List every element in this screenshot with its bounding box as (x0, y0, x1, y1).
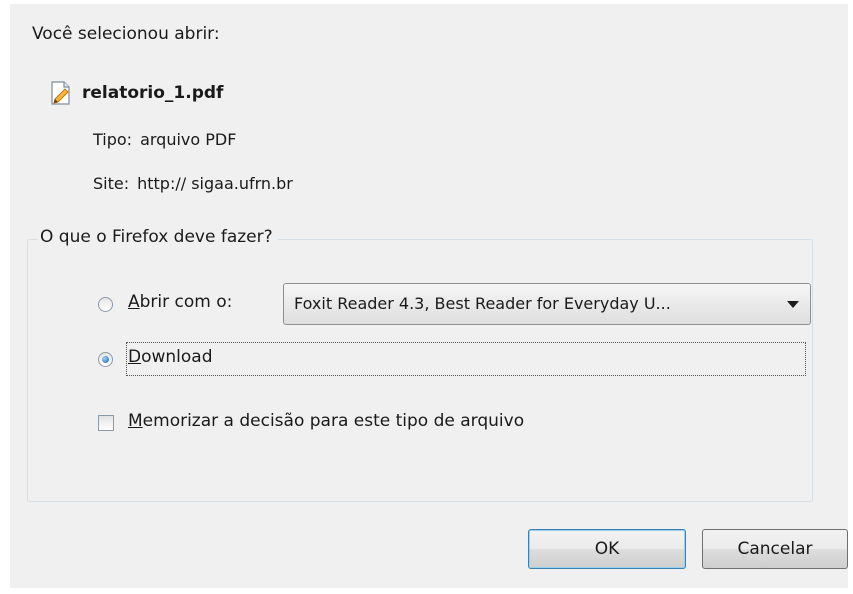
cancel-button[interactable]: Cancelar (702, 529, 848, 569)
intro-text: Você selecionou abrir: (32, 24, 220, 44)
chevron-down-icon (787, 301, 799, 308)
remember-label[interactable]: Memorizar a decisão para este tipo de ar… (128, 411, 524, 431)
download-dialog: Você selecionou abrir: relatorio_1.pdf T… (10, 4, 848, 588)
file-type-row: Tipo: arquivo PDF (93, 130, 236, 149)
file-info: relatorio_1.pdf (50, 81, 223, 105)
action-groupbox: O que o Firefox deve fazer? Abrir com o:… (27, 227, 813, 502)
file-name: relatorio_1.pdf (82, 83, 224, 103)
file-type-label: Tipo: (93, 130, 133, 149)
file-site-value: http:// sigaa.ufrn.br (137, 174, 293, 193)
open-with-radio[interactable] (98, 297, 113, 312)
file-type-value: arquivo PDF (140, 130, 237, 149)
ok-button[interactable]: OK (528, 529, 686, 569)
open-with-label[interactable]: Abrir com o: (128, 292, 232, 312)
application-select-value: Foxit Reader 4.3, Best Reader for Everyd… (294, 294, 671, 313)
action-group-legend: O que o Firefox deve fazer? (37, 227, 278, 247)
application-select[interactable]: Foxit Reader 4.3, Best Reader for Everyd… (283, 283, 811, 325)
download-radio[interactable] (98, 352, 113, 367)
pdf-file-icon (51, 81, 70, 105)
file-site-row: Site: http:// sigaa.ufrn.br (93, 174, 293, 193)
remember-checkbox[interactable] (98, 415, 114, 431)
file-site-label: Site: (93, 174, 130, 193)
download-focus-outline (126, 342, 806, 376)
download-label[interactable]: Download (128, 347, 213, 367)
